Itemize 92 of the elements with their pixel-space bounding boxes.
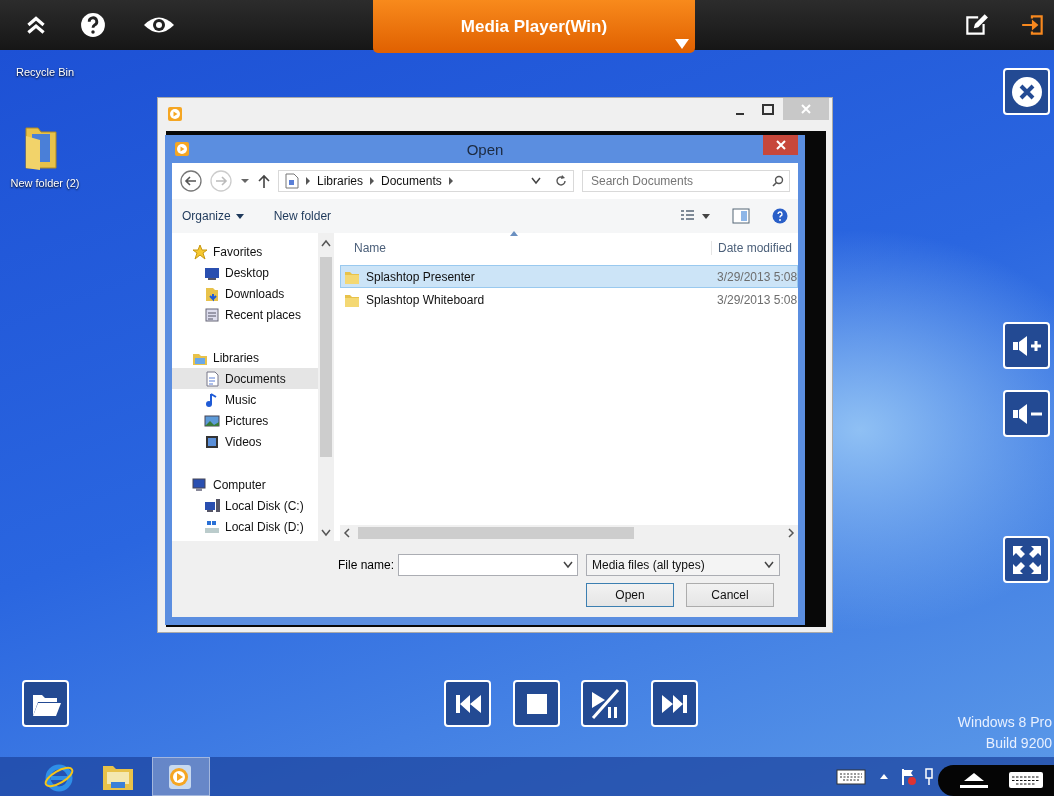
nav-item[interactable]: Local Disk (D:)	[172, 516, 318, 537]
play-pause-button[interactable]	[581, 680, 628, 727]
chevron-icon	[305, 177, 311, 185]
nav-item-icon	[204, 306, 220, 323]
nav-group[interactable]: Libraries	[172, 347, 318, 368]
close-icon	[1009, 74, 1044, 109]
column-header[interactable]: Name	[334, 241, 711, 255]
taskbar-media-player[interactable]	[152, 757, 210, 796]
scroll-right-icon[interactable]	[787, 528, 795, 538]
nav-item[interactable]: Downloads	[172, 283, 318, 304]
up-arrow-icon[interactable]	[258, 174, 270, 188]
organize-menu[interactable]: Organize	[182, 209, 244, 223]
new-folder-button[interactable]: New folder	[273, 209, 332, 223]
desktop-icon-label[interactable]: Recycle Bin	[10, 66, 80, 78]
scroll-left-icon[interactable]	[343, 528, 351, 538]
volume-up-button[interactable]	[1003, 322, 1050, 369]
chevron-icon	[369, 177, 376, 185]
file-name: Splashtop Whiteboard	[366, 292, 486, 307]
close-icon	[775, 140, 786, 150]
nav-item-icon	[204, 518, 220, 535]
close-button[interactable]	[763, 135, 798, 155]
caret-icon[interactable]	[880, 774, 888, 779]
breadcrumb-item[interactable]: Libraries	[317, 174, 364, 188]
volume-down-button[interactable]	[1003, 390, 1050, 437]
stop-button[interactable]	[513, 680, 560, 727]
nav-item[interactable]: Pictures	[172, 410, 318, 431]
next-button[interactable]	[651, 680, 698, 727]
dialog-title: Open	[466, 140, 504, 158]
file-type-dropdown[interactable]: Media files (all types)	[586, 554, 780, 576]
scroll-up-icon[interactable]	[321, 239, 331, 247]
nav-item-icon	[204, 433, 220, 450]
nav-item[interactable]: Music	[172, 389, 318, 410]
exit-icon[interactable]	[1020, 12, 1046, 38]
play-icon	[168, 763, 194, 790]
nav-item[interactable]: Videos	[172, 431, 318, 452]
edit-icon[interactable]	[963, 12, 989, 38]
date-cell: 3/29/2013 5:08	[717, 292, 797, 307]
file-name-label: File name:	[337, 558, 394, 572]
search-icon	[772, 175, 784, 187]
nav-group[interactable]: Computer	[172, 474, 318, 495]
eject-icon[interactable]	[958, 771, 990, 789]
os-version-text: Build 9200	[984, 734, 1052, 753]
chevron-down-icon[interactable]	[531, 177, 541, 185]
caret-icon	[675, 39, 689, 49]
nav-item[interactable]: Documents	[172, 368, 318, 389]
vertical-scrollbar[interactable]	[318, 233, 334, 541]
star-icon	[192, 243, 208, 260]
keyboard-icon[interactable]	[836, 769, 866, 785]
chevron-down-icon	[563, 561, 573, 569]
chevron-icon	[447, 177, 454, 185]
breadcrumb-item[interactable]: Documents	[381, 174, 442, 188]
desktop-icon-label[interactable]: New folder (2)	[10, 177, 80, 189]
column-header[interactable]: Date modified	[711, 241, 798, 255]
previous-button[interactable]	[444, 680, 491, 727]
search-field[interactable]: Search Documents	[582, 170, 790, 192]
file-row[interactable]: Splashtop Whiteboard 3/29/2013 5:08	[340, 288, 798, 311]
chevron-down-icon	[764, 561, 774, 569]
view-options-icon[interactable]	[680, 209, 710, 223]
nav-item[interactable]: Local Disk (C:)	[172, 495, 318, 516]
os-version-text: Windows 8 Pro	[957, 713, 1052, 732]
sort-arrow-icon	[510, 231, 518, 236]
fullscreen-button[interactable]	[1003, 536, 1050, 583]
flag-icon[interactable]	[901, 768, 917, 786]
file-name-field[interactable]	[398, 554, 578, 576]
cancel-button[interactable]: Cancel	[686, 583, 774, 607]
nav-item-icon	[204, 412, 220, 429]
open-button[interactable]: Open	[586, 583, 674, 607]
close-button[interactable]	[1003, 68, 1050, 115]
nav-item-icon	[204, 370, 220, 387]
app-icon	[174, 141, 190, 157]
file-row[interactable]: Splashtop Presenter 3/29/2013 5:08	[340, 265, 798, 288]
document-icon	[285, 173, 299, 189]
date-cell: 3/29/2013 5:08	[717, 269, 797, 284]
nav-item-icon	[204, 285, 220, 302]
address-bar[interactable]: Libraries Documents	[278, 170, 574, 192]
dropdown-icon[interactable]	[240, 176, 250, 186]
nav-item[interactable]: Recent places	[172, 304, 318, 325]
keyboard-icon[interactable]	[1008, 771, 1044, 789]
scroll-down-icon[interactable]	[321, 529, 331, 537]
computer-icon	[192, 476, 208, 493]
file-name: Splashtop Presenter	[366, 269, 476, 284]
refresh-icon[interactable]	[555, 175, 567, 187]
nav-item-icon	[204, 497, 220, 514]
horizontal-scrollbar[interactable]	[340, 525, 798, 541]
nav-item[interactable]: Desktop	[172, 262, 318, 283]
help-icon[interactable]	[80, 12, 106, 38]
network-icon[interactable]	[924, 768, 934, 786]
open-folder-button[interactable]	[22, 680, 69, 727]
app-icon	[167, 106, 183, 122]
nav-group[interactable]: Favorites	[172, 241, 318, 262]
caret-icon	[235, 213, 244, 219]
back-icon[interactable]	[180, 170, 202, 192]
